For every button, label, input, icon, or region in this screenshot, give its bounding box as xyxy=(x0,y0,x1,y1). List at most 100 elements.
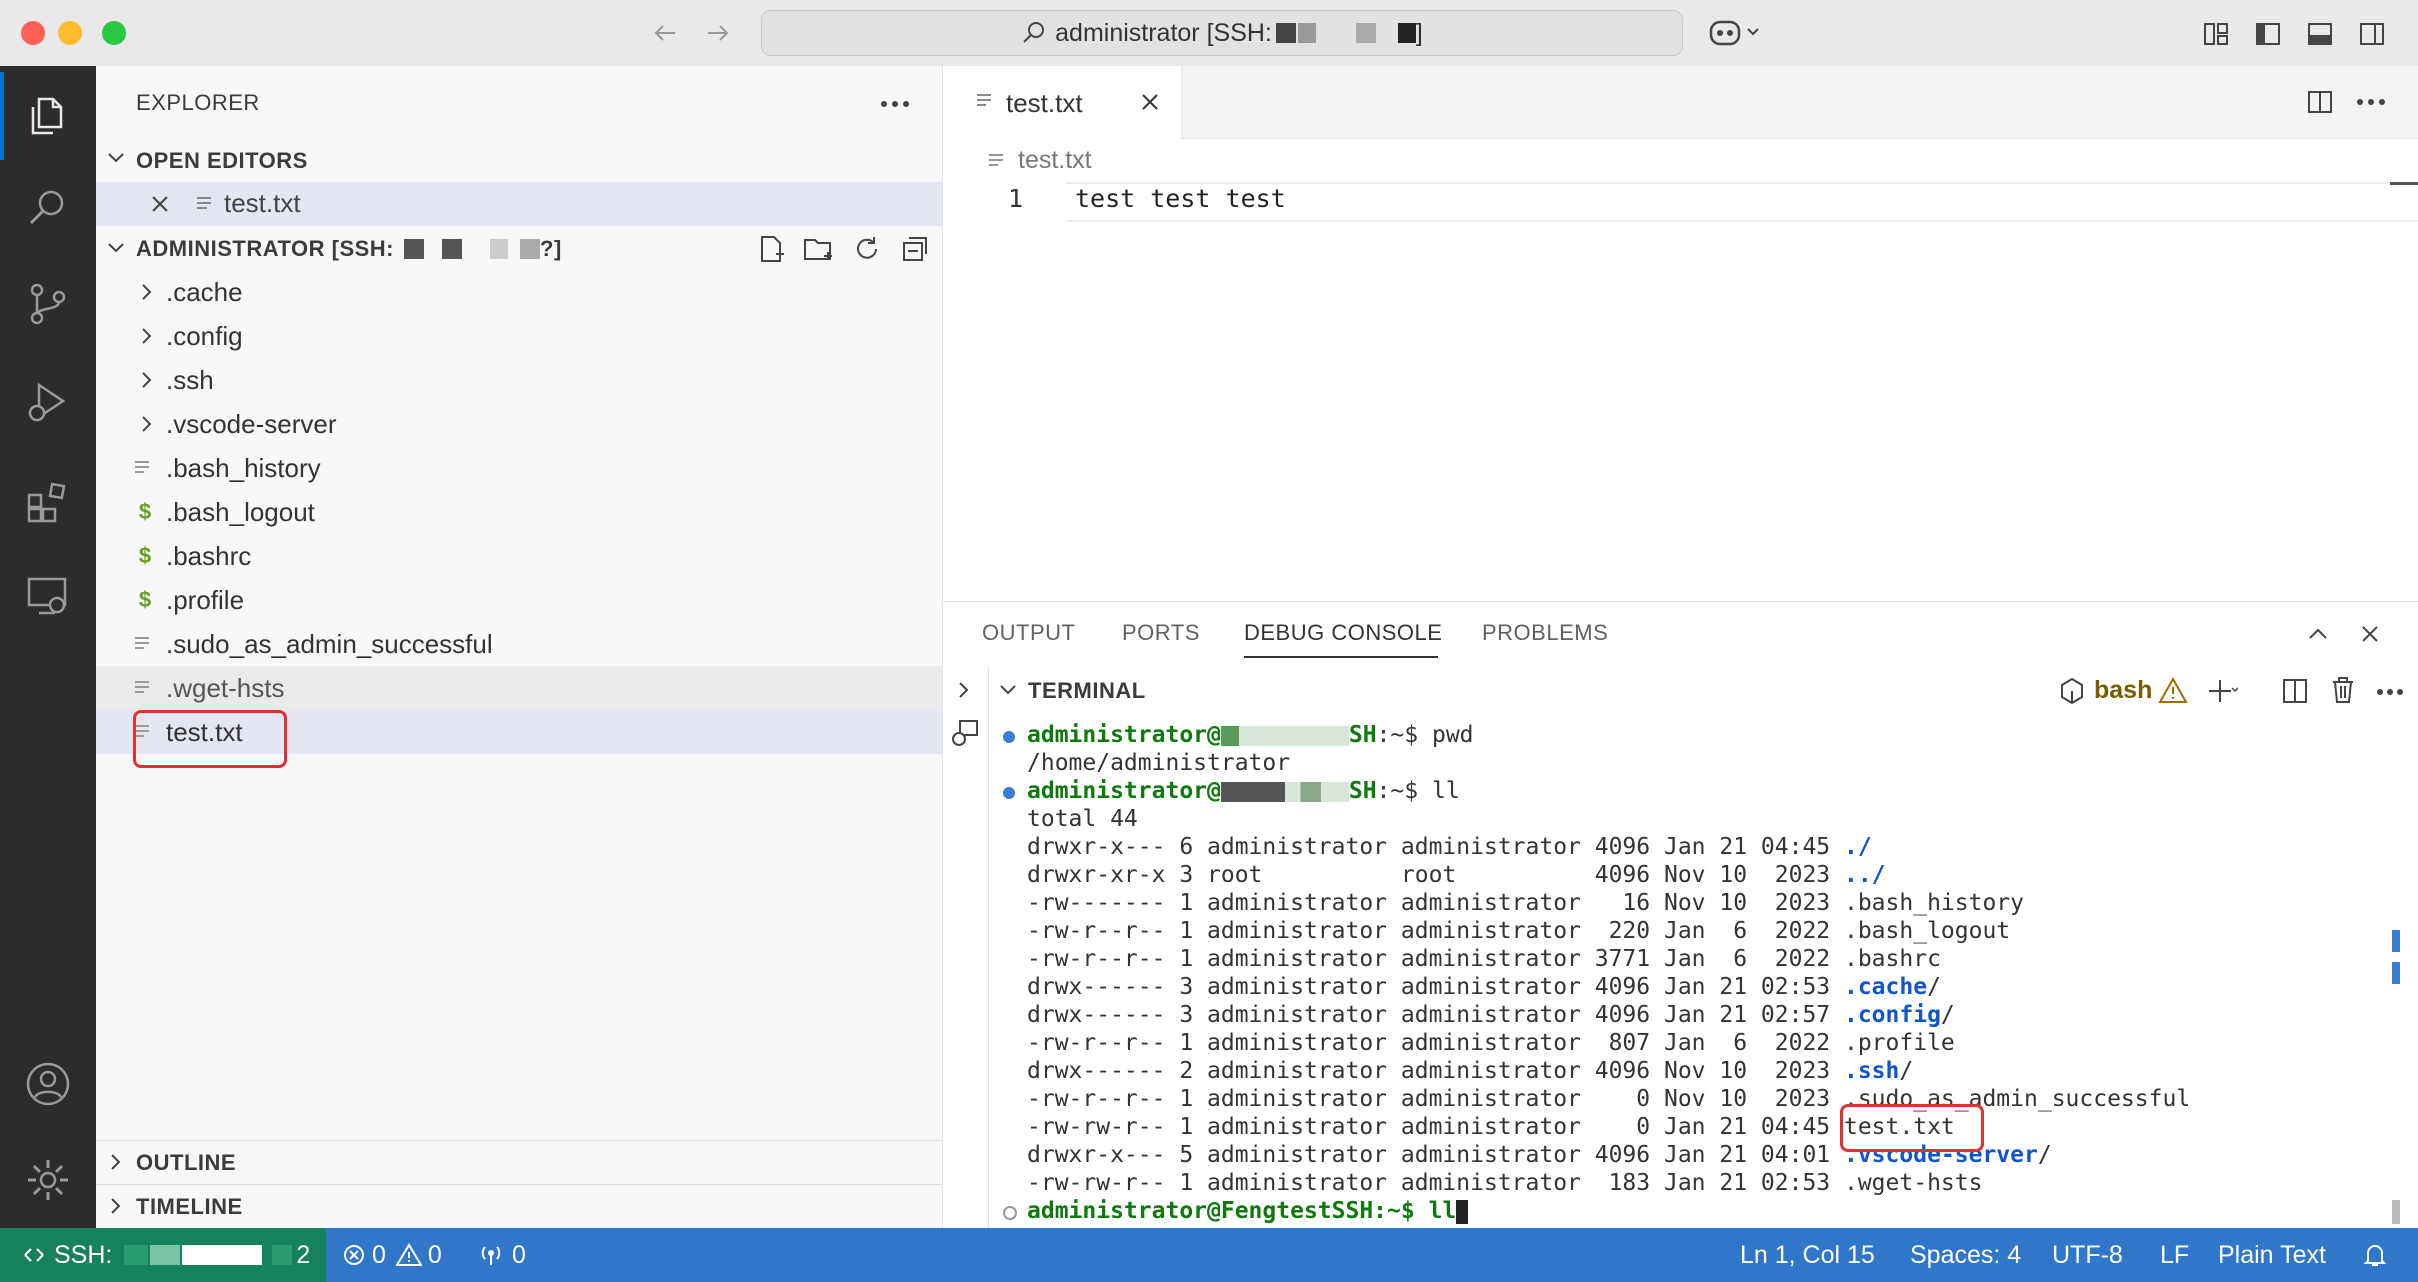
open-editor-label: test.txt xyxy=(224,188,301,218)
terminal-header[interactable]: TERMINAL xyxy=(1028,678,1146,704)
chevron-down-icon[interactable] xyxy=(106,238,126,258)
open-editor-item[interactable] xyxy=(96,182,942,226)
copilot-icon[interactable] xyxy=(1708,16,1762,50)
toggle-primary-sidebar-icon[interactable] xyxy=(2254,20,2282,48)
close-tab-icon[interactable] xyxy=(1140,92,1160,112)
minimize-window-button[interactable] xyxy=(58,21,82,45)
search-icon[interactable] xyxy=(0,168,96,248)
toggle-panel-icon[interactable] xyxy=(2306,20,2334,48)
text-file-icon xyxy=(134,679,156,697)
tree-item-folder[interactable]: .config xyxy=(96,314,942,358)
notifications-bell-icon[interactable] xyxy=(2362,1228,2388,1282)
listing-row: -rw-r--r-- 1 administrator administrator… xyxy=(1027,918,2010,944)
chevron-down-icon[interactable] xyxy=(106,148,126,168)
maximize-window-button[interactable] xyxy=(102,21,126,45)
trash-icon[interactable] xyxy=(2330,676,2356,704)
new-terminal-icon[interactable] xyxy=(2208,678,2238,704)
new-file-icon[interactable] xyxy=(756,234,786,264)
breadcrumb[interactable]: test.txt xyxy=(1018,146,1092,175)
terminal-input-line[interactable]: administrator@FengtestSSH:~$ ll xyxy=(1027,1198,1469,1224)
chevron-right-icon[interactable] xyxy=(954,680,974,700)
redacted-block xyxy=(124,1245,149,1265)
split-terminal-icon[interactable] xyxy=(2282,678,2308,704)
indentation[interactable]: Spaces: 4 xyxy=(1910,1228,2021,1282)
tree-item-file[interactable]: $ .bash_logout xyxy=(96,490,942,534)
panel-tab-debug-console[interactable]: DEBUG CONSOLE xyxy=(1244,620,1442,646)
listing-name: .bashrc xyxy=(1843,946,1941,972)
tree-item-folder[interactable]: .vscode-server xyxy=(96,402,942,446)
close-panel-icon[interactable] xyxy=(2360,624,2380,644)
collapse-all-icon[interactable] xyxy=(900,234,930,264)
chevron-right-icon[interactable] xyxy=(106,1152,126,1172)
forward-arrow-icon[interactable] xyxy=(703,18,733,48)
toggle-secondary-sidebar-icon[interactable] xyxy=(2358,20,2386,48)
panel-tab-ports[interactable]: PORTS xyxy=(1122,620,1200,646)
accounts-icon[interactable] xyxy=(0,1044,96,1124)
end-of-line[interactable]: LF xyxy=(2160,1228,2189,1282)
tree-item-folder[interactable]: .ssh xyxy=(96,358,942,402)
encoding[interactable]: UTF-8 xyxy=(2052,1228,2123,1282)
open-editors-header[interactable]: OPEN EDITORS xyxy=(136,148,308,174)
chevron-right-icon[interactable] xyxy=(106,1196,126,1216)
refresh-icon[interactable] xyxy=(852,234,882,264)
tree-item-folder[interactable]: .cache xyxy=(96,270,942,314)
tree-item-label: .profile xyxy=(166,584,245,615)
redacted-block xyxy=(1397,23,1416,43)
close-window-button[interactable] xyxy=(21,21,45,45)
extensions-icon[interactable] xyxy=(0,462,96,542)
tree-item-label: .config xyxy=(166,320,243,351)
listing-meta: drwxr-x--- 6 administrator administrator… xyxy=(1027,834,1844,860)
listing-row: -rw------- 1 administrator administrator… xyxy=(1027,890,2024,916)
tree-item-file[interactable]: .sudo_as_admin_successful xyxy=(96,622,942,666)
tree-item-file[interactable]: .wget-hsts xyxy=(96,666,942,710)
listing-row: -rw-rw-r-- 1 administrator administrator… xyxy=(1027,1170,1982,1196)
listing-meta: -rw-r--r-- 1 administrator administrator… xyxy=(1027,1086,1844,1112)
more-actions-icon[interactable] xyxy=(880,100,910,108)
command-center-search[interactable]: administrator [SSH: ] xyxy=(761,10,1683,56)
command-pending-icon xyxy=(1003,1206,1017,1220)
explorer-icon[interactable] xyxy=(0,76,96,156)
language-mode[interactable]: Plain Text xyxy=(2218,1228,2326,1282)
listing-meta: -rw-rw-r-- 1 administrator administrator… xyxy=(1027,1170,1844,1196)
terminal-scrollbar[interactable] xyxy=(2392,1200,2400,1224)
chevron-down-icon[interactable] xyxy=(998,680,1018,700)
tree-item-file[interactable]: $ .profile xyxy=(96,578,942,622)
editor-more-actions-icon[interactable] xyxy=(2356,98,2386,106)
manage-gear-icon[interactable] xyxy=(0,1140,96,1220)
problems-status[interactable]: 0 0 xyxy=(342,1228,442,1282)
tree-item-label: .bash_logout xyxy=(166,496,315,527)
debug-console-icon[interactable] xyxy=(950,718,980,748)
close-icon[interactable] xyxy=(150,194,170,214)
remote-indicator-content[interactable]: SSH: 2 xyxy=(22,1228,310,1282)
back-arrow-icon[interactable] xyxy=(650,18,680,48)
source-control-icon[interactable] xyxy=(0,264,96,344)
ports-status[interactable]: 0 xyxy=(478,1228,526,1282)
timeline-header[interactable]: TIMELINE xyxy=(136,1194,243,1220)
tree-item-label: .vscode-server xyxy=(166,408,337,439)
outline-header[interactable]: OUTLINE xyxy=(136,1150,236,1176)
prompt-user: administrator@ xyxy=(1027,722,1221,748)
chevron-right-icon xyxy=(136,281,158,303)
terminal-more-icon[interactable] xyxy=(2376,688,2404,696)
editor-line-text[interactable]: test test test xyxy=(1075,184,1286,213)
panel-tab-problems[interactable]: PROBLEMS xyxy=(1482,620,1608,646)
customize-layout-icon[interactable] xyxy=(2202,20,2230,48)
redacted-block xyxy=(490,239,509,259)
split-editor-icon[interactable] xyxy=(2306,88,2334,116)
workspace-header[interactable]: ADMINISTRATOR [SSH: ?] xyxy=(136,236,562,262)
listing-row: -rw-rw-r-- 1 administrator administrator… xyxy=(1027,1114,1955,1140)
workspace-suffix: ?] xyxy=(540,236,562,261)
panel-tab-output[interactable]: OUTPUT xyxy=(982,620,1075,646)
listing-name: .bash_logout xyxy=(1843,918,2011,944)
maximize-panel-icon[interactable] xyxy=(2306,622,2330,646)
terminal-shell-label[interactable]: bash xyxy=(2094,676,2152,705)
warning-icon xyxy=(2158,676,2188,704)
tree-item-file[interactable]: $ .bashrc xyxy=(96,534,942,578)
shell-file-icon: $ xyxy=(138,543,152,568)
tree-item-file[interactable]: .bash_history xyxy=(96,446,942,490)
new-folder-icon[interactable] xyxy=(802,234,834,264)
cursor-position[interactable]: Ln 1, Col 15 xyxy=(1740,1228,1875,1282)
run-debug-icon[interactable] xyxy=(0,362,96,442)
ports-count: 0 xyxy=(512,1240,526,1269)
remote-explorer-icon[interactable] xyxy=(0,556,96,636)
